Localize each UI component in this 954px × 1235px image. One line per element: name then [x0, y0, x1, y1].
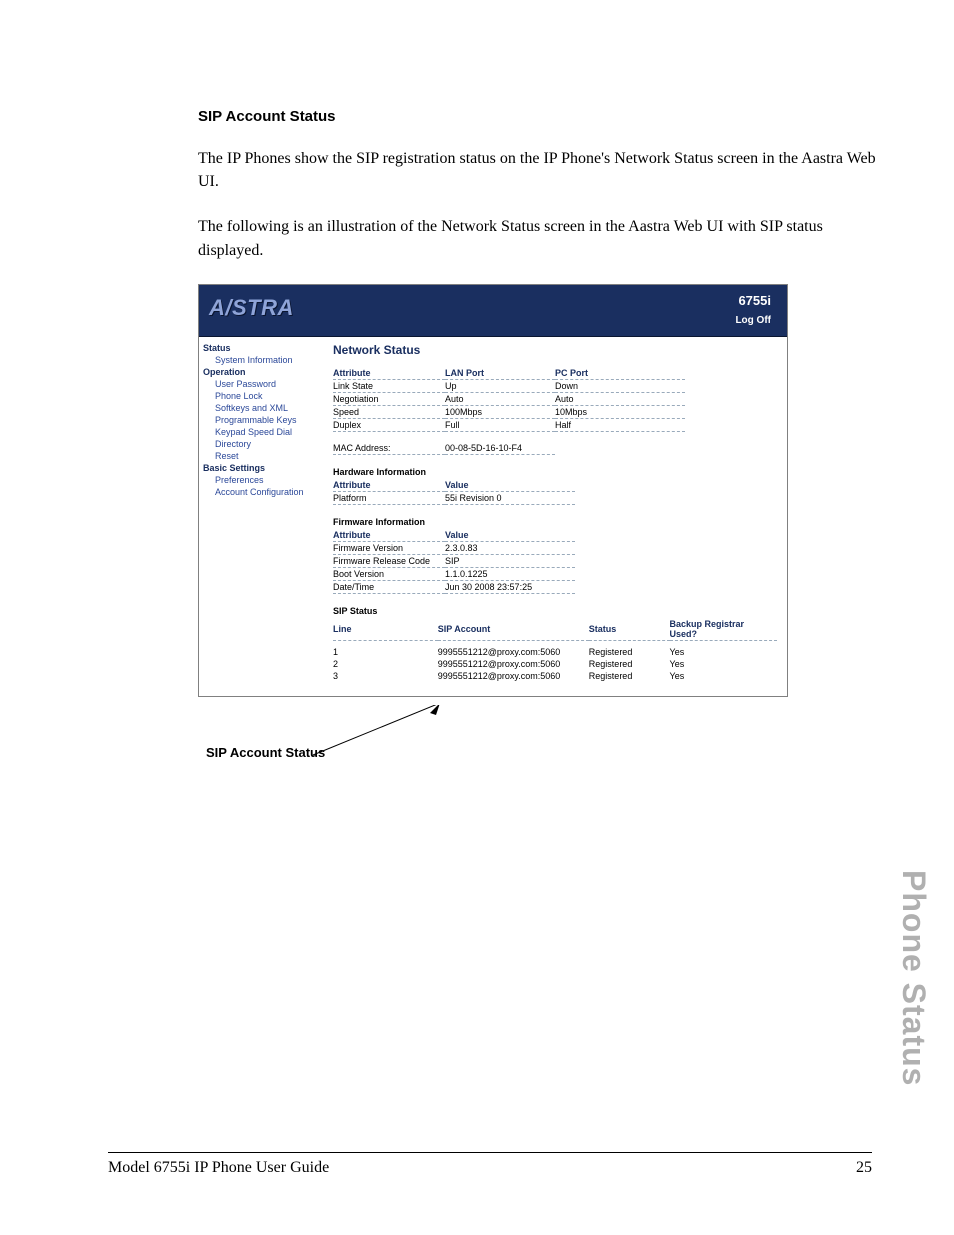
sidebar-heading-operation: Operation: [203, 366, 317, 378]
table-cell: Jun 30 2008 23:57:25: [445, 580, 575, 593]
content-pane: Network Status Attribute LAN Port PC Por…: [321, 337, 787, 696]
table-cell: Boot Version: [333, 567, 445, 580]
table-cell: Registered: [589, 640, 670, 658]
page-footer: Model 6755i IP Phone User Guide 25: [108, 1152, 872, 1177]
mac-value: 00-08-5D-16-10-F4: [445, 442, 555, 455]
table-cell: 9995551212@proxy.com:5060: [438, 670, 589, 682]
table-cell: 3: [333, 670, 438, 682]
table-cell: Registered: [589, 658, 670, 670]
table-cell: Yes: [670, 640, 777, 658]
table-cell: 10Mbps: [555, 405, 685, 418]
body-paragraph-1: The IP Phones show the SIP registration …: [198, 147, 878, 193]
table-cell: Yes: [670, 658, 777, 670]
table-cell: 1: [333, 640, 438, 658]
net-header-pc: PC Port: [555, 367, 685, 380]
hw-header-attribute: Attribute: [333, 479, 445, 492]
sidebar-item-softkeys-xml[interactable]: Softkeys and XML: [203, 402, 317, 414]
firmware-info-table: Attribute Value Firmware Version2.3.0.83…: [333, 529, 575, 594]
table-cell: 1.1.0.1225: [445, 567, 575, 580]
table-cell: Date/Time: [333, 580, 445, 593]
table-cell: Link State: [333, 379, 445, 392]
table-cell: Full: [445, 418, 555, 431]
sidebar-item-user-password[interactable]: User Password: [203, 378, 317, 390]
screenshot-webui: A/STRA 6755i Log Off Status System Infor…: [198, 284, 788, 697]
table-cell: Down: [555, 379, 685, 392]
table-cell: Firmware Version: [333, 541, 445, 554]
fw-header-value: Value: [445, 529, 575, 542]
table-cell: 9995551212@proxy.com:5060: [438, 658, 589, 670]
sidebar-item-reset[interactable]: Reset: [203, 450, 317, 462]
table-cell: Speed: [333, 405, 445, 418]
sidebar-item-keypad-speed-dial[interactable]: Keypad Speed Dial: [203, 426, 317, 438]
table-cell: Registered: [589, 670, 670, 682]
logoff-link[interactable]: Log Off: [735, 315, 771, 326]
table-cell: Up: [445, 379, 555, 392]
table-cell: Half: [555, 418, 685, 431]
network-status-table: Attribute LAN Port PC Port Link StateUpD…: [333, 367, 685, 432]
table-cell: 55i Revision 0: [445, 491, 575, 504]
sidebar-item-account-configuration[interactable]: Account Configuration: [203, 486, 317, 498]
section-heading: SIP Account Status: [198, 108, 878, 125]
table-cell: Negotiation: [333, 392, 445, 405]
sip-header-line: Line: [333, 618, 438, 641]
sip-header-status: Status: [589, 618, 670, 641]
sidebar-item-system-information[interactable]: System Information: [203, 354, 317, 366]
footer-title: Model 6755i IP Phone User Guide: [108, 1159, 329, 1177]
net-header-attribute: Attribute: [333, 367, 445, 380]
table-cell: Firmware Release Code: [333, 554, 445, 567]
hw-header-value: Value: [445, 479, 575, 492]
fw-header-attribute: Attribute: [333, 529, 445, 542]
body-paragraph-2: The following is an illustration of the …: [198, 215, 878, 261]
sip-header-backup: Backup Registrar Used?: [670, 618, 777, 641]
screenshot-header: A/STRA 6755i Log Off: [199, 285, 787, 337]
sip-status-table: Line SIP Account Status Backup Registrar…: [333, 618, 777, 682]
firmware-info-heading: Firmware Information: [333, 517, 777, 527]
table-cell: Auto: [445, 392, 555, 405]
sip-header-account: SIP Account: [438, 618, 589, 641]
net-header-lan: LAN Port: [445, 367, 555, 380]
sidebar-nav: Status System Information Operation User…: [199, 337, 321, 696]
sidebar-heading-status: Status: [203, 342, 317, 354]
sip-status-heading: SIP Status: [333, 606, 777, 616]
mac-row: MAC Address: 00-08-5D-16-10-F4: [333, 442, 555, 455]
hardware-info-table: Attribute Value Platform55i Revision 0: [333, 479, 575, 505]
sidebar-item-phone-lock[interactable]: Phone Lock: [203, 390, 317, 402]
footer-page-number: 25: [856, 1159, 872, 1177]
table-cell: 2: [333, 658, 438, 670]
table-cell: Auto: [555, 392, 685, 405]
hardware-info-heading: Hardware Information: [333, 467, 777, 477]
table-cell: Duplex: [333, 418, 445, 431]
table-cell: 2.3.0.83: [445, 541, 575, 554]
content-title: Network Status: [333, 343, 777, 357]
table-cell: 9995551212@proxy.com:5060: [438, 640, 589, 658]
sidebar-item-directory[interactable]: Directory: [203, 438, 317, 450]
sidebar-item-preferences[interactable]: Preferences: [203, 474, 317, 486]
callout-arrow: [198, 705, 788, 755]
model-label: 6755i: [738, 293, 771, 308]
table-cell: Yes: [670, 670, 777, 682]
table-cell: 100Mbps: [445, 405, 555, 418]
mac-label: MAC Address:: [333, 442, 445, 455]
table-cell: Platform: [333, 491, 445, 504]
brand-logo: A/STRA: [209, 295, 294, 321]
sidebar-heading-basic-settings: Basic Settings: [203, 462, 317, 474]
table-cell: SIP: [445, 554, 575, 567]
sidebar-item-programmable-keys[interactable]: Programmable Keys: [203, 414, 317, 426]
side-tab-phone-status: Phone Status: [895, 870, 932, 1086]
